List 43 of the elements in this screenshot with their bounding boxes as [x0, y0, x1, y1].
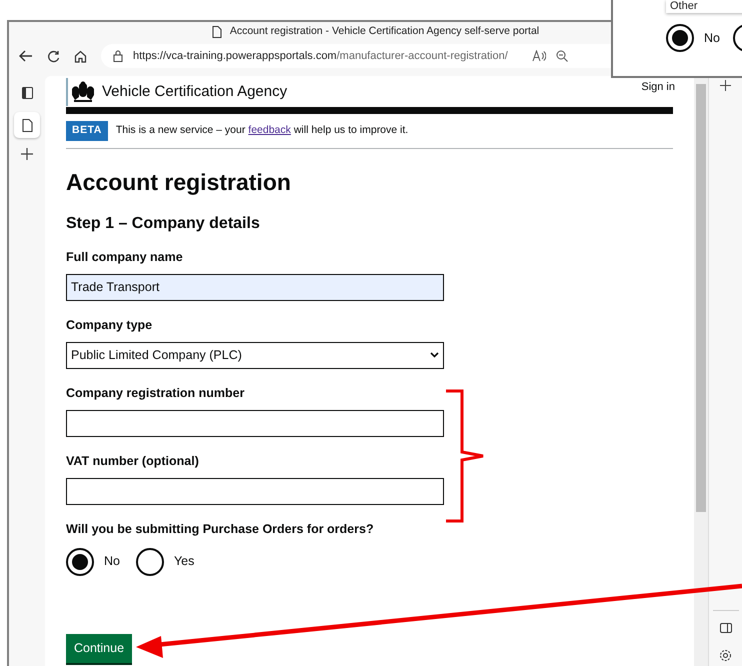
field-label: Company type	[66, 316, 154, 334]
read-aloud-icon[interactable]	[532, 50, 546, 62]
radio-label[interactable]: No	[704, 28, 720, 48]
sidebar-panel-icon[interactable]	[720, 623, 732, 633]
radio-button[interactable]	[666, 24, 694, 52]
sign-in-link[interactable]: Sign in	[641, 79, 675, 96]
crest-icon	[70, 81, 96, 103]
refresh-icon[interactable]	[47, 50, 60, 62]
page-icon[interactable]	[22, 118, 32, 132]
add-icon[interactable]	[720, 80, 731, 91]
back-icon[interactable]	[19, 50, 33, 62]
radio-button[interactable]	[136, 548, 164, 576]
select-field[interactable]: Public Limited Company (PLC)	[66, 342, 444, 369]
dropdown-option[interactable]: Other	[666, 0, 742, 13]
radio-button[interactable]	[733, 24, 742, 52]
lock-icon[interactable]	[113, 50, 123, 62]
field-label: Full company name	[66, 248, 184, 266]
settings-icon[interactable]	[719, 649, 732, 662]
page-icon	[212, 26, 222, 38]
step-heading: Step 1 – Company details	[66, 214, 261, 234]
browser-tab[interactable]	[14, 112, 40, 138]
text-field[interactable]	[66, 478, 444, 505]
feedback-link[interactable]: feedback	[248, 124, 291, 136]
home-icon[interactable]	[74, 50, 87, 62]
banner-text: This is a new service – your feedback will help us to improve it.	[116, 123, 408, 138]
scrollbar-thumb[interactable]	[696, 84, 706, 512]
chevron-down-icon[interactable]	[430, 352, 439, 358]
text-field[interactable]	[66, 410, 444, 437]
service-name: Vehicle Certification Agency	[102, 82, 288, 102]
page-heading: Account registration	[66, 168, 292, 197]
question-label: Will you be submitting Purchase Orders for orders?	[66, 520, 375, 538]
vertical-tabs-icon[interactable]	[22, 87, 32, 99]
radio-button[interactable]	[66, 548, 94, 576]
field-label: Company registration number	[66, 384, 246, 402]
zoom-out-icon[interactable]	[556, 50, 568, 62]
tab-title: Account registration - Vehicle Certification Agency self-serve portal	[230, 24, 540, 40]
continue-button[interactable]: Continue	[66, 634, 132, 662]
radio-label[interactable]: Yes	[174, 552, 194, 572]
phase-tag: BETA	[66, 121, 108, 141]
new-tab-icon[interactable]	[21, 148, 33, 160]
field-label: VAT number (optional)	[66, 452, 200, 470]
radio-label[interactable]: No	[104, 552, 120, 572]
text-field[interactable]: Trade Transport	[66, 274, 444, 301]
